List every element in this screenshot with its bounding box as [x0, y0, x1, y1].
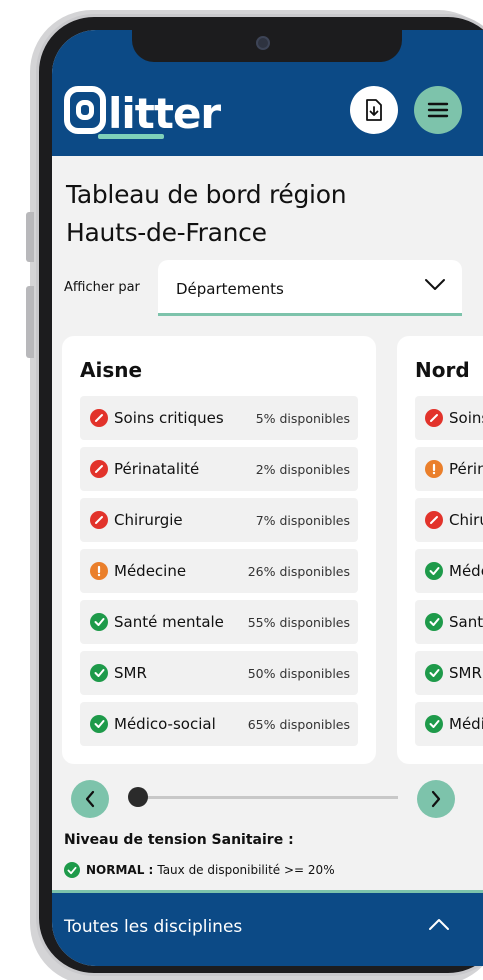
discipline-row[interactable]: Périnatalité 2% disponibles: [80, 447, 358, 491]
discipline-row[interactable]: Médecine: [415, 549, 483, 593]
discipline-label: SMR: [449, 664, 482, 682]
next-card-button[interactable]: [417, 780, 455, 818]
check-status-icon: [425, 664, 443, 682]
discipline-label: Médecine: [449, 562, 483, 580]
logo-underline: [98, 134, 164, 139]
discipline-row[interactable]: Soins critiques: [415, 396, 483, 440]
discipline-row[interactable]: Médico-social: [415, 702, 483, 746]
discipline-row[interactable]: Périnatalité: [415, 447, 483, 491]
discipline-row[interactable]: SMR 50% disponibles: [80, 651, 358, 695]
discipline-label: Périnatalité: [114, 460, 200, 478]
check-status-icon: [90, 715, 108, 733]
display-by-select[interactable]: Départements: [158, 260, 462, 316]
download-icon: [366, 99, 382, 121]
discipline-label: Médico-social: [114, 715, 216, 733]
chevron-up-icon: [429, 919, 449, 930]
discipline-label: Médico-social: [449, 715, 483, 733]
card-title: Aisne: [80, 358, 143, 382]
app-logo[interactable]: litter: [64, 82, 221, 138]
critical-status-icon: [90, 460, 108, 478]
discipline-row[interactable]: Santé mentale 55% disponibles: [80, 600, 358, 644]
critical-status-icon: [425, 511, 443, 529]
bottom-bar-label: Toutes les disciplines: [64, 917, 243, 937]
department-card-nord: Nord Soins critiques Périnatalité Chirur…: [397, 336, 483, 764]
phone-side-button: [26, 212, 34, 262]
discipline-label: Santé mentale: [114, 613, 224, 631]
logo-text: litter: [108, 89, 221, 138]
warning-status-icon: [425, 460, 443, 478]
discipline-label: Chirurgie: [114, 511, 183, 529]
page-title: Tableau de bord région Hauts-de-France: [66, 180, 347, 247]
check-status-icon: [425, 613, 443, 631]
discipline-label: Soins critiques: [114, 409, 224, 427]
legend-keyword: NORMAL :: [86, 863, 154, 877]
discipline-label: Soins critiques: [449, 409, 483, 427]
download-button[interactable]: [350, 86, 398, 134]
availability-value: 65% disponibles: [247, 716, 350, 732]
warning-status-icon: [90, 562, 108, 580]
logo-g-mark: [64, 86, 106, 138]
camera-icon: [256, 36, 270, 50]
availability-value: 50% disponibles: [247, 665, 350, 681]
legend-title: Niveau de tension Sanitaire :: [64, 832, 294, 848]
discipline-row[interactable]: SMR: [415, 651, 483, 695]
disciplines-bottom-bar[interactable]: Toutes les disciplines: [52, 890, 483, 966]
hamburger-menu-icon: [427, 102, 449, 118]
availability-value: 55% disponibles: [247, 614, 350, 630]
critical-status-icon: [90, 511, 108, 529]
availability-value: 7% disponibles: [255, 512, 350, 528]
chevron-left-icon: [85, 790, 95, 808]
availability-value: 26% disponibles: [247, 563, 350, 579]
legend-item-normal: NORMAL : Taux de disponibilité >= 20%: [64, 862, 335, 878]
critical-status-icon: [425, 409, 443, 427]
availability-value: 5% disponibles: [255, 410, 350, 426]
carousel-track[interactable]: [132, 796, 398, 799]
check-status-icon: [90, 664, 108, 682]
discipline-row[interactable]: Santé mentale: [415, 600, 483, 644]
legend-text: Taux de disponibilité >= 20%: [157, 863, 335, 877]
discipline-row[interactable]: Médecine 26% disponibles: [80, 549, 358, 593]
discipline-label: Périnatalité: [449, 460, 483, 478]
discipline-row[interactable]: Médico-social 65% disponibles: [80, 702, 358, 746]
card-title: Nord: [415, 358, 470, 382]
discipline-label: Chirurgie: [449, 511, 483, 529]
check-status-icon: [425, 715, 443, 733]
phone-screen: litter Tableau de bord région Hauts-de-F…: [52, 30, 483, 966]
filter-label: Afficher par: [64, 280, 140, 295]
availability-value: 2% disponibles: [255, 461, 350, 477]
previous-card-button[interactable]: [71, 780, 109, 818]
select-value: Départements: [176, 280, 284, 298]
discipline-row[interactable]: Chirurgie: [415, 498, 483, 542]
discipline-label: Santé mentale: [449, 613, 483, 631]
menu-button[interactable]: [414, 86, 462, 134]
check-status-icon: [425, 562, 443, 580]
critical-status-icon: [90, 409, 108, 427]
chevron-down-icon: [425, 279, 445, 290]
discipline-label: Médecine: [114, 562, 187, 580]
phone-side-button: [26, 286, 34, 358]
department-card-aisne: Aisne Soins critiques 5% disponibles Pér…: [62, 336, 376, 764]
discipline-label: SMR: [114, 664, 147, 682]
check-status-icon: [90, 613, 108, 631]
discipline-row[interactable]: Soins critiques 5% disponibles: [80, 396, 358, 440]
carousel-thumb[interactable]: [128, 787, 148, 807]
check-status-icon: [64, 862, 80, 878]
discipline-row[interactable]: Chirurgie 7% disponibles: [80, 498, 358, 542]
chevron-right-icon: [431, 790, 441, 808]
